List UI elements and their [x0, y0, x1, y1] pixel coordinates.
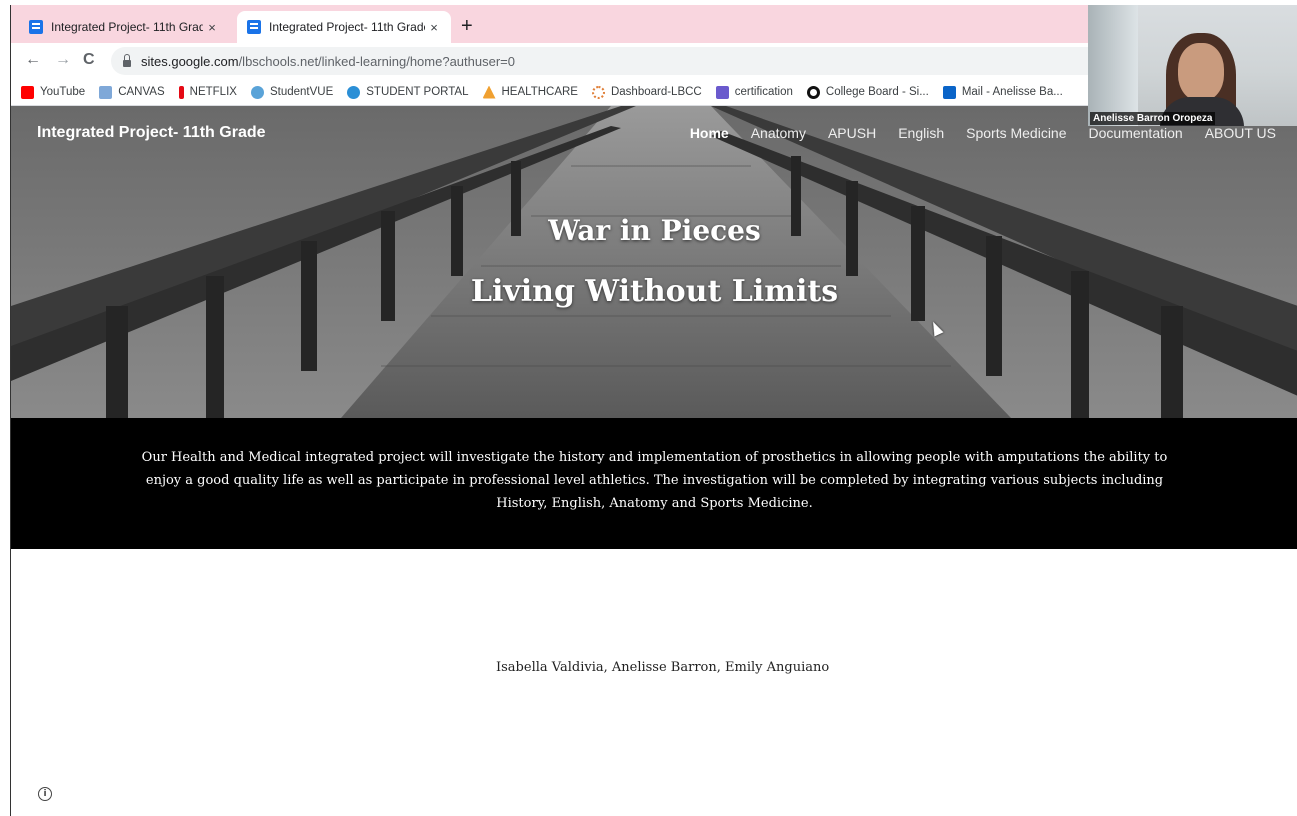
nav-sports-medicine[interactable]: Sports Medicine — [966, 125, 1066, 141]
nav-apush[interactable]: APUSH — [828, 125, 876, 141]
netflix-icon — [178, 85, 184, 99]
nav-english[interactable]: English — [898, 125, 944, 141]
webcam-overlay: Anelisse Barron Oropeza — [1088, 5, 1297, 126]
bookmark-dashboard-lbcc[interactable]: Dashboard-LBCC — [591, 85, 702, 99]
project-description: Our Health and Medical integrated projec… — [11, 418, 1297, 549]
bookmark-studentvue[interactable]: StudentVUE — [250, 85, 333, 99]
boardwalk-background-image — [11, 106, 1297, 418]
new-tab-button[interactable]: + — [461, 16, 473, 36]
google-sites-icon — [247, 20, 261, 34]
nav-about-us[interactable]: ABOUT US — [1205, 125, 1276, 141]
bookmark-healthcare[interactable]: HEALTHCARE — [482, 85, 578, 99]
webcam-window-background — [1088, 5, 1138, 126]
back-button[interactable]: ← — [25, 51, 41, 69]
hero-subheading: Living Without Limits — [470, 274, 839, 309]
site-navigation: Home Anatomy APUSH English Sports Medici… — [690, 125, 1297, 141]
dashboard-icon — [591, 85, 605, 99]
site-title[interactable]: Integrated Project- 11th Grade — [37, 124, 266, 142]
bookmark-mail[interactable]: Mail - Anelisse Ba... — [942, 85, 1063, 99]
tab-close-icon[interactable]: × — [203, 20, 221, 35]
tab-title: Integrated Project- 11th Grade — [51, 20, 203, 34]
lock-icon — [123, 53, 131, 67]
url-host: sites.google.com — [141, 53, 239, 69]
bookmark-college-board[interactable]: College Board - Si... — [806, 85, 929, 99]
youtube-icon — [21, 85, 34, 99]
address-bar[interactable]: sites.google.com/lbschools.net/linked-le… — [111, 47, 1161, 75]
collegeboard-icon — [806, 85, 820, 99]
browser-tab-1[interactable]: Integrated Project- 11th Grade × — [19, 11, 229, 43]
reload-button[interactable]: C — [83, 51, 95, 69]
info-icon[interactable]: i — [38, 787, 52, 801]
studentvue-icon — [250, 85, 264, 99]
hero-banner: Integrated Project- 11th Grade Home Anat… — [11, 106, 1297, 418]
canvas-icon — [99, 85, 113, 99]
certification-icon — [715, 85, 729, 99]
nav-documentation[interactable]: Documentation — [1089, 125, 1183, 141]
bookmark-canvas[interactable]: CANVAS — [99, 85, 165, 99]
bookmark-youtube[interactable]: YouTube — [21, 85, 85, 99]
bookmark-netflix[interactable]: NETFLIX — [178, 85, 237, 99]
tab-close-icon[interactable]: × — [425, 20, 443, 35]
google-sites-icon — [29, 20, 43, 34]
google-site-page: Integrated Project- 11th Grade Home Anat… — [11, 106, 1297, 816]
browser-window: Integrated Project- 11th Grade × Integra… — [10, 5, 1297, 816]
forward-button[interactable]: → — [55, 51, 71, 69]
hero-heading: War in Pieces — [548, 214, 761, 247]
webcam-name-label: Anelisse Barron Oropeza — [1090, 112, 1216, 125]
healthcare-icon — [482, 85, 496, 99]
nav-home[interactable]: Home — [690, 125, 729, 141]
browser-tab-2[interactable]: Integrated Project- 11th Grade × — [237, 11, 451, 43]
tab-title: Integrated Project- 11th Grade — [269, 20, 425, 34]
nav-anatomy[interactable]: Anatomy — [751, 125, 806, 141]
url-path: /lbschools.net/linked-learning/home?auth… — [238, 53, 515, 69]
portal-icon — [347, 85, 361, 99]
mail-icon — [942, 85, 956, 99]
bookmark-certification[interactable]: certification — [715, 85, 793, 99]
team-members: Isabella Valdivia, Anelisse Barron, Emil… — [496, 660, 830, 675]
bookmark-student-portal[interactable]: STUDENT PORTAL — [347, 85, 469, 99]
webcam-person-face — [1178, 43, 1224, 101]
